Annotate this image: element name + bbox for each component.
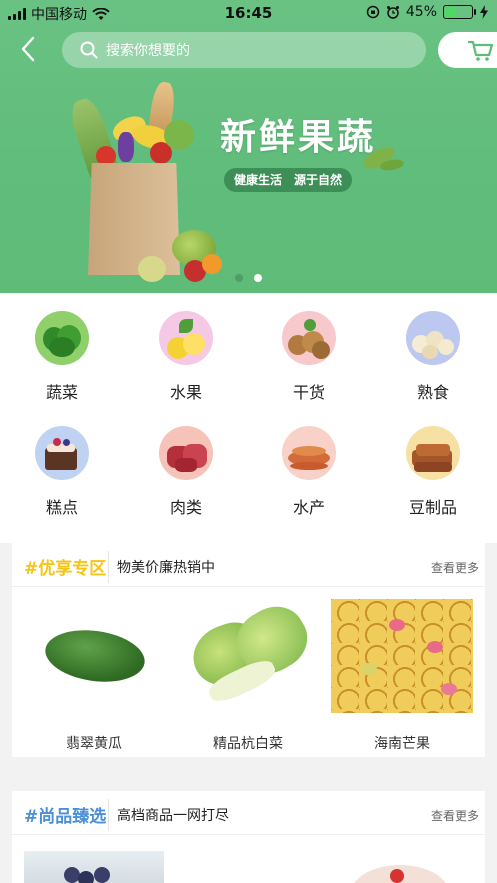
category-label: 熟食 [416, 383, 449, 402]
nav-header: 搜索你想要的 [0, 30, 497, 72]
seafood-icon [282, 426, 336, 480]
product-card[interactable]: 海南芒果 [330, 599, 474, 753]
category-label: 豆制品 [408, 498, 457, 517]
section-premium-deals: #优享专区 物美价廉热销中 查看更多 翡翠黄瓜 精品杭白菜 海南芒果 [12, 543, 485, 757]
product-name: 精品杭白菜 [213, 736, 283, 752]
product-image [331, 599, 473, 713]
product-image [23, 599, 165, 713]
cooked-food-icon [406, 311, 460, 365]
section-description: 物美价廉热销中 [117, 560, 215, 576]
category-label: 干货 [292, 383, 325, 402]
battery-icon [443, 5, 476, 19]
section-description: 高档商品一网打尽 [117, 808, 229, 824]
category-cooked-food[interactable]: 熟食 [383, 311, 483, 403]
search-icon [80, 41, 98, 59]
vegetables-icon [35, 311, 89, 365]
promo-banner[interactable]: 新鲜果蔬 健康生活 源于自然 [0, 78, 497, 293]
banner-subtitle: 健康生活 源于自然 [224, 168, 353, 192]
carousel-dot-1[interactable] [235, 274, 243, 282]
battery-percent: 45% [405, 4, 437, 20]
cart-icon [468, 40, 494, 61]
category-dried-goods[interactable]: 干货 [259, 311, 359, 403]
view-more-link[interactable]: 查看更多 [431, 807, 479, 824]
pastry-icon [35, 426, 89, 480]
status-bar: 中国移动 16:45 45% [0, 0, 497, 26]
alarm-icon [386, 6, 399, 19]
product-name: 翡翠黄瓜 [66, 736, 122, 752]
category-tofu[interactable]: 豆制品 [383, 426, 483, 518]
category-label: 肉类 [169, 498, 202, 517]
product-card[interactable]: 翡翠黄瓜 [22, 599, 166, 753]
category-label: 糕点 [45, 498, 78, 517]
product-image[interactable] [330, 851, 472, 883]
search-input[interactable]: 搜索你想要的 [62, 32, 426, 68]
category-fruit[interactable]: 水果 [136, 311, 236, 403]
fruit-icon [159, 311, 213, 365]
product-card[interactable]: 精品杭白菜 [176, 595, 320, 753]
carousel-dot-2[interactable] [254, 274, 262, 282]
category-label: 水果 [169, 383, 202, 402]
status-right: 45% [366, 4, 489, 20]
header-divider [108, 551, 109, 583]
back-button[interactable] [18, 34, 48, 68]
search-placeholder: 搜索你想要的 [106, 43, 190, 59]
product-image[interactable] [24, 851, 164, 883]
section-header: #优享专区 物美价廉热销中 查看更多 [12, 543, 485, 587]
section-premium-selection: #尚品臻选 高档商品一网打尽 查看更多 [12, 791, 485, 883]
rotation-lock-icon [366, 5, 380, 19]
cart-button[interactable] [438, 32, 497, 68]
top-header-area: 中国移动 16:45 45% 搜索你想要的 新鲜果蔬 健康生活 源于自然 [0, 0, 497, 293]
section-tag: #尚品臻选 [24, 807, 107, 827]
tofu-icon [406, 426, 460, 480]
category-vegetables[interactable]: 蔬菜 [12, 311, 112, 403]
category-label: 水产 [292, 498, 325, 517]
screen: 中国移动 16:45 45% 搜索你想要的 新鲜果蔬 健康生活 源于自然 蔬菜 … [0, 0, 497, 883]
chevron-left-icon [21, 36, 35, 62]
header-divider [108, 799, 109, 831]
meat-icon [159, 426, 213, 480]
product-image [177, 595, 319, 713]
dried-goods-icon [282, 311, 336, 365]
category-seafood[interactable]: 水产 [259, 426, 359, 518]
product-name: 海南芒果 [374, 736, 430, 752]
category-grid: 蔬菜 水果 干货 熟食 糕点 肉类 水产 豆制品 [0, 293, 497, 543]
category-pastry[interactable]: 糕点 [12, 426, 112, 518]
category-label: 蔬菜 [45, 383, 78, 402]
category-meat[interactable]: 肉类 [136, 426, 236, 518]
section-header: #尚品臻选 高档商品一网打尽 查看更多 [12, 791, 485, 835]
section-tag: #优享专区 [24, 559, 107, 579]
view-more-link[interactable]: 查看更多 [431, 559, 479, 576]
charging-icon [480, 5, 488, 19]
